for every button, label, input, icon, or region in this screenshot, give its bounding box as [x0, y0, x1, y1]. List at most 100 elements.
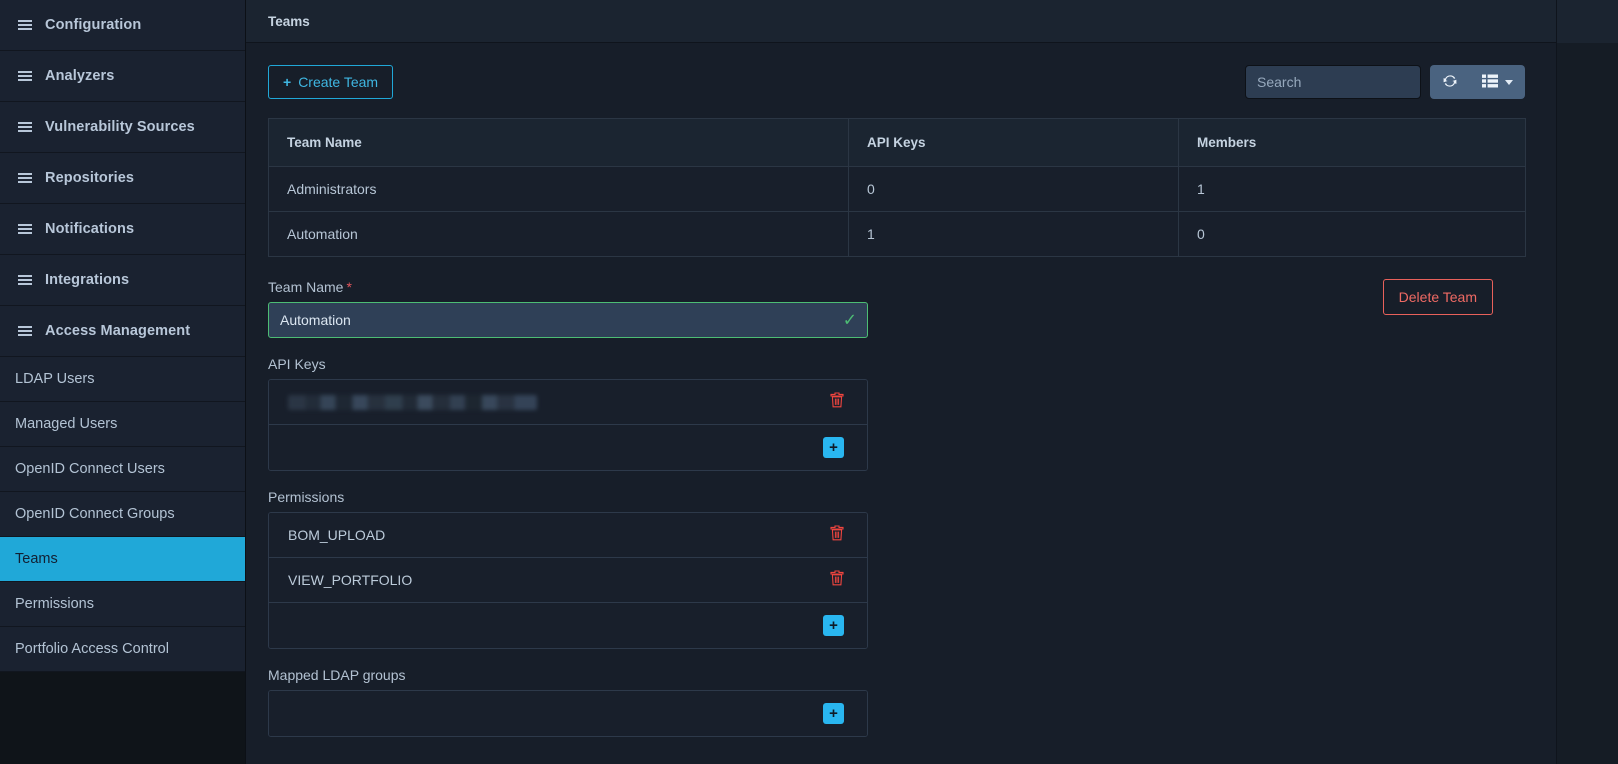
table-toolbar: + Create Team	[268, 65, 1525, 101]
column-header-team-name[interactable]: Team Name	[268, 118, 849, 167]
cell-team-name: Automation	[268, 211, 849, 257]
ldap-groups-label: Mapped LDAP groups	[268, 667, 406, 683]
sidebar-item-label: OpenID Connect Users	[15, 461, 165, 477]
sidebar-item-permissions[interactable]: Permissions	[0, 582, 245, 627]
sidebar-item-teams[interactable]: Teams	[0, 537, 245, 582]
team-detail-panel: Delete Team Team Name* ✓ API Keys	[268, 279, 1525, 737]
sidebar-group-vulnerability-sources[interactable]: Vulnerability Sources	[0, 102, 245, 153]
hamburger-icon	[18, 121, 32, 133]
api-key-value-redacted	[288, 394, 537, 410]
permissions-add-row: +	[269, 603, 867, 648]
permissions-label: Permissions	[268, 489, 345, 505]
api-keys-list: +	[268, 379, 868, 471]
sidebar-group-label: Notifications	[45, 221, 135, 237]
sidebar-item-ldap-users[interactable]: LDAP Users	[0, 357, 245, 402]
app-root: Configuration Analyzers Vulnerability So…	[0, 0, 1618, 764]
sidebar-item-portfolio-access-control[interactable]: Portfolio Access Control	[0, 627, 245, 672]
hamburger-icon	[18, 172, 32, 184]
team-name-label: Team Name *	[268, 279, 1525, 295]
api-keys-section: API Keys +	[268, 356, 1525, 471]
sidebar: Configuration Analyzers Vulnerability So…	[0, 0, 245, 764]
sidebar-group-notifications[interactable]: Notifications	[0, 204, 245, 255]
permission-value: BOM_UPLOAD	[288, 527, 386, 543]
hamburger-icon	[18, 325, 32, 337]
sidebar-item-managed-users[interactable]: Managed Users	[0, 402, 245, 447]
sidebar-item-label: LDAP Users	[15, 371, 95, 387]
hamburger-icon	[18, 223, 32, 235]
sidebar-group-access-management[interactable]: Access Management	[0, 306, 245, 357]
sidebar-group-label: Configuration	[45, 17, 142, 33]
sidebar-item-label: Managed Users	[15, 416, 118, 432]
cell-team-name: Administrators	[268, 166, 849, 212]
delete-team-button[interactable]: Delete Team	[1382, 279, 1493, 315]
trash-icon[interactable]	[830, 525, 844, 545]
sidebar-filler	[0, 672, 245, 764]
ldap-groups-add-row: +	[269, 691, 867, 736]
teams-table-body: Administrators 0 1 Automation 1 0	[268, 166, 1526, 257]
sidebar-group-label: Analyzers	[45, 68, 115, 84]
page-title: Teams	[268, 13, 310, 29]
sidebar-group-analyzers[interactable]: Analyzers	[0, 51, 245, 102]
table-actions-group	[1430, 65, 1525, 99]
add-ldap-group-button[interactable]: +	[823, 703, 844, 724]
column-header-members[interactable]: Members	[1178, 118, 1526, 167]
hamburger-icon	[18, 274, 32, 286]
api-keys-add-row: +	[269, 425, 867, 470]
permissions-list: BOM_UPLOAD VIEW_PORTFOLIO +	[268, 512, 868, 649]
teams-table-head: Team Name API Keys Members	[268, 118, 1526, 167]
sidebar-item-label: Portfolio Access Control	[15, 641, 169, 657]
list-item[interactable]: BOM_UPLOAD	[269, 513, 867, 558]
breadcrumb: Teams	[246, 0, 1618, 43]
list-item[interactable]	[269, 380, 867, 425]
cell-members: 0	[1178, 211, 1526, 257]
table-row[interactable]: Administrators 0 1	[268, 166, 1526, 212]
refresh-icon	[1442, 73, 1458, 92]
sidebar-item-openid-connect-users[interactable]: OpenID Connect Users	[0, 447, 245, 492]
teams-table: Team Name API Keys Members Administrator…	[268, 118, 1526, 257]
teams-card: + Create Team Search Team Name API Keys …	[246, 43, 1536, 737]
cell-api-keys: 1	[848, 211, 1179, 257]
sidebar-group-label: Repositories	[45, 170, 135, 186]
required-asterisk: *	[346, 279, 352, 295]
sidebar-group-label: Access Management	[45, 323, 191, 339]
ldap-groups-list: +	[268, 690, 868, 737]
hamburger-icon	[18, 19, 32, 31]
sidebar-group-configuration[interactable]: Configuration	[0, 0, 245, 51]
trash-icon[interactable]	[830, 392, 844, 412]
content-area: + Create Team Search Team Name API Keys …	[246, 43, 1618, 764]
permission-value: VIEW_PORTFOLIO	[288, 572, 413, 588]
sidebar-item-label: OpenID Connect Groups	[15, 506, 175, 522]
team-name-label-text: Team Name	[268, 279, 344, 295]
list-item[interactable]: VIEW_PORTFOLIO	[269, 558, 867, 603]
api-keys-label: API Keys	[268, 356, 326, 372]
search-input[interactable]	[1245, 65, 1421, 99]
team-name-field-wrap: ✓	[268, 302, 868, 338]
cell-api-keys: 0	[848, 166, 1179, 212]
create-team-label: Create Team	[298, 74, 379, 90]
table-row[interactable]: Automation 1 0	[268, 211, 1526, 257]
sidebar-item-label: Teams	[15, 551, 58, 567]
columns-button[interactable]	[1470, 65, 1525, 99]
table-header-row: Team Name API Keys Members	[268, 118, 1526, 167]
ldap-groups-section: Mapped LDAP groups +	[268, 667, 1525, 737]
toolbar-right-group	[1245, 65, 1525, 99]
trash-icon[interactable]	[830, 570, 844, 590]
plus-icon: +	[283, 74, 292, 90]
main-content: Teams + Create Team Search Team Name API…	[245, 0, 1618, 764]
create-team-button[interactable]: + Create Team	[268, 65, 394, 99]
sidebar-group-integrations[interactable]: Integrations	[0, 255, 245, 306]
sidebar-group-label: Vulnerability Sources	[45, 119, 195, 135]
sidebar-item-label: Permissions	[15, 596, 94, 612]
columns-icon	[1482, 74, 1498, 91]
chevron-down-icon	[1505, 79, 1513, 85]
column-header-api-keys[interactable]: API Keys	[848, 118, 1179, 167]
sidebar-item-openid-connect-groups[interactable]: OpenID Connect Groups	[0, 492, 245, 537]
team-name-input[interactable]	[268, 302, 868, 338]
add-api-key-button[interactable]: +	[823, 437, 844, 458]
cell-members: 1	[1178, 166, 1526, 212]
check-icon: ✓	[842, 310, 857, 330]
right-gutter	[1556, 43, 1618, 764]
add-permission-button[interactable]: +	[823, 615, 844, 636]
sidebar-group-repositories[interactable]: Repositories	[0, 153, 245, 204]
refresh-button[interactable]	[1430, 65, 1470, 99]
